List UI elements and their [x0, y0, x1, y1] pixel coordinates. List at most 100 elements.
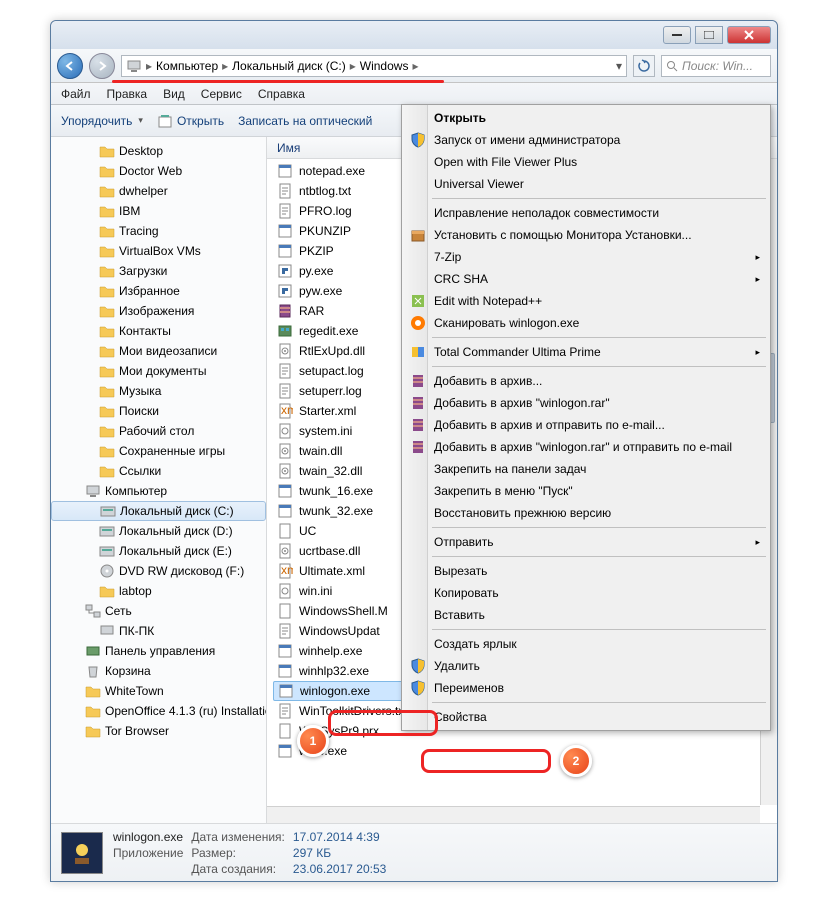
tree-item-label: VirtualBox VMs [119, 244, 201, 258]
open-button[interactable]: Открыть [157, 113, 224, 129]
context-menu-item[interactable]: Установить с помощью Монитора Установки.… [404, 224, 768, 246]
context-menu-item[interactable]: Добавить в архив "winlogon.rar" и отправ… [404, 436, 768, 458]
tree-item[interactable]: Локальный диск (E:) [51, 541, 266, 561]
breadcrumb-item[interactable]: Windows [360, 59, 409, 73]
tree-item[interactable]: Ссылки [51, 461, 266, 481]
folder-tree[interactable]: Desktop Doctor WebdwhelperIBMTracing Virtu… [51, 137, 267, 823]
burn-button[interactable]: Записать на оптический [238, 114, 372, 128]
maximize-button[interactable] [695, 26, 723, 44]
tree-item[interactable]: Desktop [51, 141, 266, 161]
forward-button[interactable] [89, 53, 115, 79]
context-menu-item[interactable]: Восстановить прежнюю версию [404, 502, 768, 524]
context-menu-item[interactable]: Edit with Notepad++ [404, 290, 768, 312]
tree-item[interactable]: Контакты [51, 321, 266, 341]
context-menu-item[interactable]: Добавить в архив "winlogon.rar" [404, 392, 768, 414]
context-item-label: Восстановить прежнюю версию [434, 506, 611, 520]
context-menu-item[interactable]: Open with File Viewer Plus [404, 151, 768, 173]
details-type: Приложение [113, 846, 183, 860]
tree-item[interactable]: Doctor Web [51, 161, 266, 181]
tree-item[interactable]: Сохраненные игры [51, 441, 266, 461]
context-menu-item[interactable]: Total Commander Ultima Prime▸ [404, 341, 768, 363]
context-menu-item[interactable]: Переименов [404, 677, 768, 699]
details-size-label: Размер: [191, 846, 285, 860]
horizontal-scrollbar[interactable] [267, 806, 760, 823]
tree-item[interactable]: Избранное [51, 281, 266, 301]
tree-item[interactable]: Рабочий стол [51, 421, 266, 441]
file-name: winlogon.exe [300, 684, 370, 698]
context-menu-item[interactable]: CRC SHA▸ [404, 268, 768, 290]
menu-file[interactable]: Файл [61, 87, 91, 101]
tree-item[interactable]: labtop [51, 581, 266, 601]
refresh-button[interactable] [633, 55, 655, 77]
tree-item[interactable]: Панель управления [51, 641, 266, 661]
context-menu[interactable]: Открыть Запуск от имени администратораOpe… [401, 104, 771, 731]
chevron-down-icon[interactable]: ▾ [616, 59, 622, 73]
menu-service[interactable]: Сервис [201, 87, 242, 101]
context-item-label: Открыть [434, 111, 486, 125]
tree-item-label: Tor Browser [105, 724, 169, 738]
tree-item[interactable]: Изображения [51, 301, 266, 321]
context-item-label: Установить с помощью Монитора Установки.… [434, 228, 692, 242]
tree-item[interactable]: Локальный диск (C:) [51, 501, 266, 521]
annotation-highlight-delete [421, 749, 551, 773]
context-item-label: Edit with Notepad++ [434, 294, 542, 308]
context-menu-item[interactable]: Запуск от имени администратора [404, 129, 768, 151]
tree-item[interactable]: VirtualBox VMs [51, 241, 266, 261]
tree-item-label: WhiteTown [105, 684, 164, 698]
tree-item[interactable]: Tracing [51, 221, 266, 241]
file-name: system.ini [299, 424, 352, 438]
breadcrumb[interactable]: ▸ Компьютер ▸ Локальный диск (C:) ▸ Wind… [121, 55, 627, 77]
tree-item[interactable]: ПК-ПК [51, 621, 266, 641]
tree-item[interactable]: Мои документы [51, 361, 266, 381]
submenu-arrow-icon: ▸ [755, 274, 760, 285]
organize-button[interactable]: Упорядочить [61, 114, 143, 128]
context-menu-item[interactable]: Вырезать [404, 560, 768, 582]
context-menu-item[interactable]: Удалить [404, 655, 768, 677]
tree-item[interactable]: IBM [51, 201, 266, 221]
tree-item-label: Desktop [119, 144, 163, 158]
tree-item[interactable]: Компьютер [51, 481, 266, 501]
tree-item[interactable]: OpenOffice 4.1.3 (ru) Installation [51, 701, 266, 721]
search-input[interactable]: Поиск: Win... [661, 55, 771, 77]
context-menu-item[interactable]: Universal Viewer [404, 173, 768, 195]
tree-item[interactable]: DVD RW дисковод (F:) [51, 561, 266, 581]
close-button[interactable] [727, 26, 771, 44]
context-menu-item[interactable]: Свойства [404, 706, 768, 728]
context-menu-item[interactable]: Добавить в архив... [404, 370, 768, 392]
menu-view[interactable]: Вид [163, 87, 185, 101]
file-name: twain_32.dll [299, 464, 362, 478]
context-menu-item[interactable]: Добавить в архив и отправить по e-mail..… [404, 414, 768, 436]
context-menu-item[interactable]: Закрепить в меню "Пуск" [404, 480, 768, 502]
breadcrumb-item[interactable]: Компьютер [156, 59, 218, 73]
box-icon [410, 227, 426, 243]
menu-edit[interactable]: Правка [107, 87, 148, 101]
context-menu-item[interactable]: Отправить▸ [404, 531, 768, 553]
tree-item[interactable]: Сеть [51, 601, 266, 621]
tree-item[interactable]: Локальный диск (D:) [51, 521, 266, 541]
context-menu-item[interactable]: Закрепить на панели задач [404, 458, 768, 480]
context-menu-item[interactable]: Вставить [404, 604, 768, 626]
tree-item[interactable]: Tor Browser [51, 721, 266, 741]
tree-item[interactable]: Поиски [51, 401, 266, 421]
context-menu-item[interactable]: Создать ярлык [404, 633, 768, 655]
tree-item[interactable]: Загрузки [51, 261, 266, 281]
avast-icon [410, 315, 426, 331]
context-menu-item[interactable]: Копировать [404, 582, 768, 604]
tree-item[interactable]: Музыка [51, 381, 266, 401]
minimize-button[interactable] [663, 26, 691, 44]
back-button[interactable] [57, 53, 83, 79]
details-size-value: 297 КБ [293, 846, 386, 860]
tree-item[interactable]: dwhelper [51, 181, 266, 201]
tree-item-label: ПК-ПК [119, 624, 154, 638]
breadcrumb-item[interactable]: Локальный диск (C:) [232, 59, 346, 73]
context-menu-item[interactable]: Исправление неполадок совместимости [404, 202, 768, 224]
tree-item[interactable]: Корзина [51, 661, 266, 681]
context-menu-item[interactable]: Сканировать winlogon.exe [404, 312, 768, 334]
menu-help[interactable]: Справка [258, 87, 305, 101]
context-menu-item[interactable]: 7-Zip▸ [404, 246, 768, 268]
context-item-label: Закрепить на панели задач [434, 462, 586, 476]
context-menu-item[interactable]: Открыть [404, 107, 768, 129]
search-placeholder: Поиск: Win... [682, 59, 753, 73]
tree-item[interactable]: WhiteTown [51, 681, 266, 701]
tree-item[interactable]: Мои видеозаписи [51, 341, 266, 361]
